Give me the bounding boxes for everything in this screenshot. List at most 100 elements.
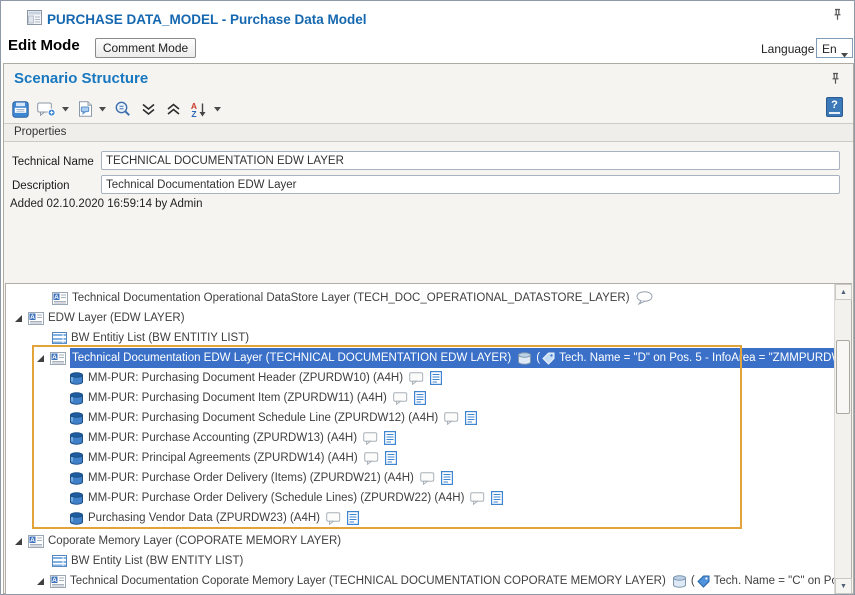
tree-row[interactable]: MM-PUR: Purchasing Document Schedule Lin… [6, 408, 834, 428]
document-lines-icon[interactable] [414, 391, 426, 405]
tree-row[interactable]: BW Entitiy List (BW ENTITIY LIST) [6, 328, 834, 348]
scroll-up-arrow-icon: ▲ [840, 289, 847, 296]
toolbar: AZ [12, 97, 221, 121]
add-comment-icon[interactable] [37, 102, 56, 117]
tree-expander-icon[interactable] [14, 314, 28, 323]
tree-row-label: Technical Documentation Coporate Memory … [70, 575, 666, 587]
adso-cylinder-icon [69, 412, 84, 425]
tree-row[interactable]: BW Entity List (BW ENTITY LIST) [6, 551, 834, 571]
chevron-down-icon[interactable] [99, 107, 106, 112]
help-book-line [829, 112, 840, 114]
tree-row-label: MM-PUR: Purchase Order Delivery (Items) … [88, 472, 414, 484]
comment-bubble-icon[interactable] [409, 372, 424, 385]
adso-cylinder-icon [69, 392, 84, 405]
document-lines-icon[interactable] [430, 371, 442, 385]
tree-expander-icon[interactable] [14, 537, 28, 546]
tree-row[interactable]: MM-PUR: Principal Agreements (ZPURDW14) … [6, 448, 834, 468]
panel-title: Scenario Structure [14, 70, 148, 87]
tree-row[interactable]: MM-PUR: Purchasing Document Item (ZPURDW… [6, 388, 834, 408]
layer-cylinder-icon [517, 352, 532, 365]
save-icon[interactable] [12, 101, 29, 118]
tag-icon [697, 575, 710, 588]
tree-row-annotation-open: ( [536, 352, 540, 364]
scrollbar-thumb[interactable] [836, 340, 850, 414]
description-label: Description [12, 180, 70, 192]
edit-mode-label: Edit Mode [8, 37, 80, 54]
scenario-structure-panel: Scenario Structure AZ ? Properties Techn… [3, 63, 854, 594]
tree-row[interactable]: MM-PUR: Purchase Order Delivery (Schedul… [6, 488, 834, 508]
properties-tab-label: Properties [14, 126, 66, 138]
tree-row-annotation: Tech. Name = "C" on Pos. 5 - InfoArea [714, 575, 834, 587]
application-window: PURCHASE DATA_MODEL - Purchase Data Mode… [0, 0, 855, 595]
adso-cylinder-icon [69, 372, 84, 385]
tree-row[interactable]: A EDW Layer (EDW LAYER) [6, 308, 834, 328]
language-select[interactable]: En [816, 38, 853, 58]
layer-document-icon: A [28, 312, 44, 325]
layer-cylinder-icon [672, 575, 687, 588]
scroll-up-button[interactable]: ▲ [835, 284, 852, 300]
document-lines-icon[interactable] [465, 411, 477, 425]
tree-row[interactable]: ATechnical Documentation Operational Dat… [6, 288, 834, 308]
tree-row-label: MM-PUR: Principal Agreements (ZPURDW14) … [88, 452, 358, 464]
tree-row[interactable]: MM-PUR: Purchase Accounting (ZPURDW13) (… [6, 428, 834, 448]
comment-bubble-icon[interactable] [393, 392, 408, 405]
comment-bubble-icon[interactable] [444, 412, 459, 425]
tree-row[interactable]: ATechnical Documentation EDW Layer (TECH… [6, 348, 834, 368]
comment-bubble-icon[interactable] [364, 452, 379, 465]
adso-cylinder-icon [69, 492, 84, 505]
layer-document-icon: A [50, 575, 66, 588]
help-icon[interactable]: ? [826, 97, 843, 117]
added-info: Added 02.10.2020 16:59:14 by Admin [10, 198, 202, 210]
language-label: Language [761, 42, 814, 56]
description-input[interactable] [101, 175, 840, 194]
tree-row-annotation-open: ( [691, 575, 695, 587]
technical-name-label: Technical Name [12, 156, 94, 168]
collapse-all-icon[interactable] [165, 101, 182, 117]
tab-properties[interactable]: Properties [4, 123, 853, 142]
pin-icon[interactable] [830, 72, 841, 90]
copy-with-comment-icon[interactable] [77, 101, 93, 117]
tree-row[interactable]: A Technical Documentation Coporate Memory… [6, 571, 834, 591]
tree-row-label: MM-PUR: Purchasing Document Header (ZPUR… [88, 372, 403, 384]
entity-list-icon [52, 555, 67, 567]
comment-bubble-icon[interactable] [420, 472, 435, 485]
sort-az-icon[interactable]: AZ [190, 101, 208, 118]
tree-viewport: ATechnical Documentation Operational Dat… [6, 284, 834, 594]
comment-bubble-icon[interactable] [470, 492, 485, 505]
tree-row-label: EDW Layer (EDW LAYER) [48, 312, 185, 324]
scenario-tree: ATechnical Documentation Operational Dat… [5, 283, 852, 595]
expand-all-icon[interactable] [140, 101, 157, 117]
tree-row-label: BW Entity List (BW ENTITY LIST) [71, 555, 243, 567]
tree-row-label: MM-PUR: Purchasing Document Schedule Lin… [88, 412, 438, 424]
chevron-down-icon[interactable] [214, 107, 221, 112]
tree-row[interactable]: Purchasing Vendor Data (ZPURDW23) (A4H) [6, 508, 834, 528]
svg-text:A: A [52, 577, 57, 584]
technical-name-input[interactable] [101, 151, 840, 170]
scroll-down-button[interactable]: ▼ [835, 578, 852, 594]
tree-row[interactable]: MM-PUR: Purchasing Document Header (ZPUR… [6, 368, 834, 388]
comment-mode-button[interactable]: Comment Mode [95, 38, 196, 58]
document-lines-icon[interactable] [347, 511, 359, 525]
comment-bubble-icon[interactable] [363, 432, 378, 445]
entity-list-icon [52, 332, 67, 344]
layer-document-icon: A [52, 292, 68, 305]
tree-row[interactable]: ACoporate Memory Layer (COPORATE MEMORY … [6, 531, 834, 551]
tree-expander-icon[interactable] [36, 577, 50, 586]
vertical-scrollbar[interactable]: ▲ ▼ [834, 284, 851, 594]
tree-row[interactable]: MM-PUR: Purchase Order Delivery (Items) … [6, 468, 834, 488]
comment-bubble-icon[interactable] [326, 512, 341, 525]
tree-row[interactable]: CM MM-PUR: Purchase Data Header (ZLCM_PD… [6, 591, 834, 594]
adso-cylinder-icon [69, 472, 84, 485]
document-lines-icon[interactable] [385, 451, 397, 465]
find-icon[interactable] [114, 100, 132, 118]
tree-row-label: MM-PUR: Purchase Accounting (ZPURDW13) (… [88, 432, 357, 444]
tree-row-annotation: Tech. Name = "D" on Pos. 5 - InfoArea = … [559, 352, 834, 364]
document-lines-icon[interactable] [491, 491, 503, 505]
tree-expander-icon[interactable] [36, 354, 50, 363]
comment-oval-icon[interactable] [636, 291, 653, 305]
language-value: En [822, 42, 837, 56]
document-lines-icon[interactable] [441, 471, 453, 485]
chevron-down-icon[interactable] [62, 107, 69, 112]
pin-icon[interactable] [832, 8, 843, 26]
document-lines-icon[interactable] [384, 431, 396, 445]
